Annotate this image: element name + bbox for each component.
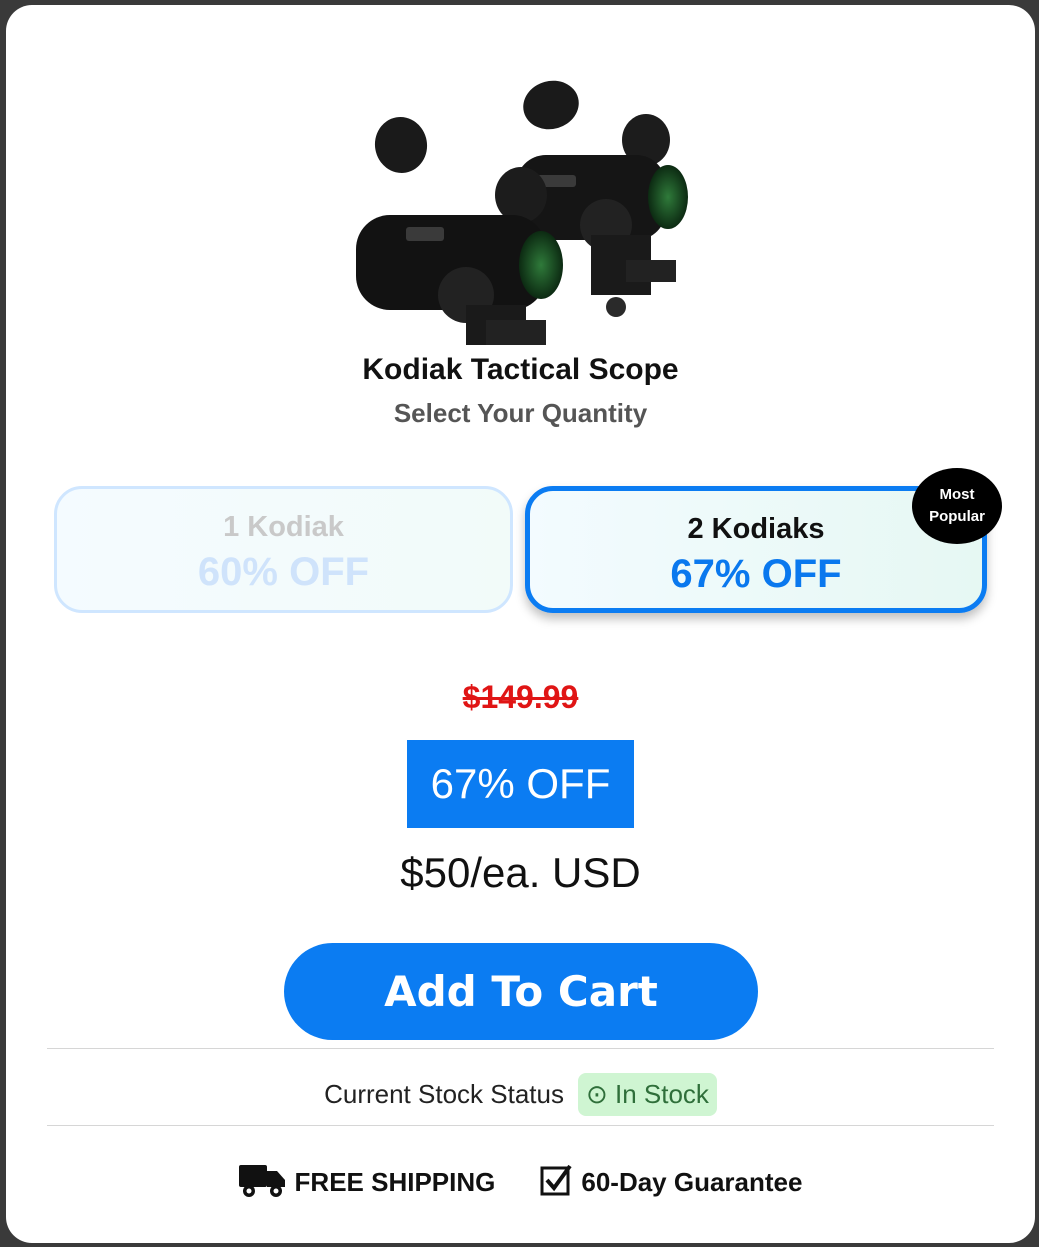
- stock-status-label: Current Stock Status: [324, 1079, 564, 1109]
- perk-free-shipping: FREE SHIPPING: [238, 1161, 496, 1204]
- perk-label: FREE SHIPPING: [294, 1167, 496, 1197]
- truck-icon: [238, 1161, 287, 1204]
- perks-row: FREE SHIPPING 60-Day Guarantee: [6, 1161, 1035, 1204]
- divider: [47, 1048, 994, 1049]
- checkbox-icon: [539, 1163, 573, 1202]
- quantity-option-name: 1 Kodiak: [223, 511, 344, 543]
- stock-status-row: Current Stock Status ⊙ In Stock: [6, 1073, 1035, 1116]
- quantity-prompt: Select Your Quantity: [393, 398, 648, 428]
- product-image: [346, 45, 706, 345]
- in-stock-badge: ⊙ In Stock: [577, 1073, 717, 1116]
- badge-line-1: Most: [939, 486, 975, 503]
- badge-line-2: Popular: [929, 508, 985, 525]
- divider: [47, 1125, 994, 1126]
- twin-red-dot-scope-image: [356, 80, 688, 345]
- perk-label: 60-Day Guarantee: [581, 1167, 803, 1197]
- perk-guarantee: 60-Day Guarantee: [539, 1163, 802, 1202]
- product-card: Kodiak Tactical Scope Select Your Quanti…: [6, 5, 1035, 1243]
- quantity-option-1[interactable]: 1 Kodiak 60% OFF: [54, 486, 513, 613]
- quantity-option-discount: 60% OFF: [197, 550, 370, 594]
- most-popular-badge: Most Popular: [912, 468, 1002, 544]
- original-price: $149.99: [462, 679, 579, 715]
- product-title: Kodiak Tactical Scope: [362, 353, 679, 386]
- discount-tag: 67% OFF: [407, 740, 634, 828]
- add-to-cart-button[interactable]: Add To Cart: [284, 943, 758, 1040]
- unit-price: $50/ea. USD: [400, 849, 641, 896]
- quantity-option-discount: 67% OFF: [670, 552, 842, 596]
